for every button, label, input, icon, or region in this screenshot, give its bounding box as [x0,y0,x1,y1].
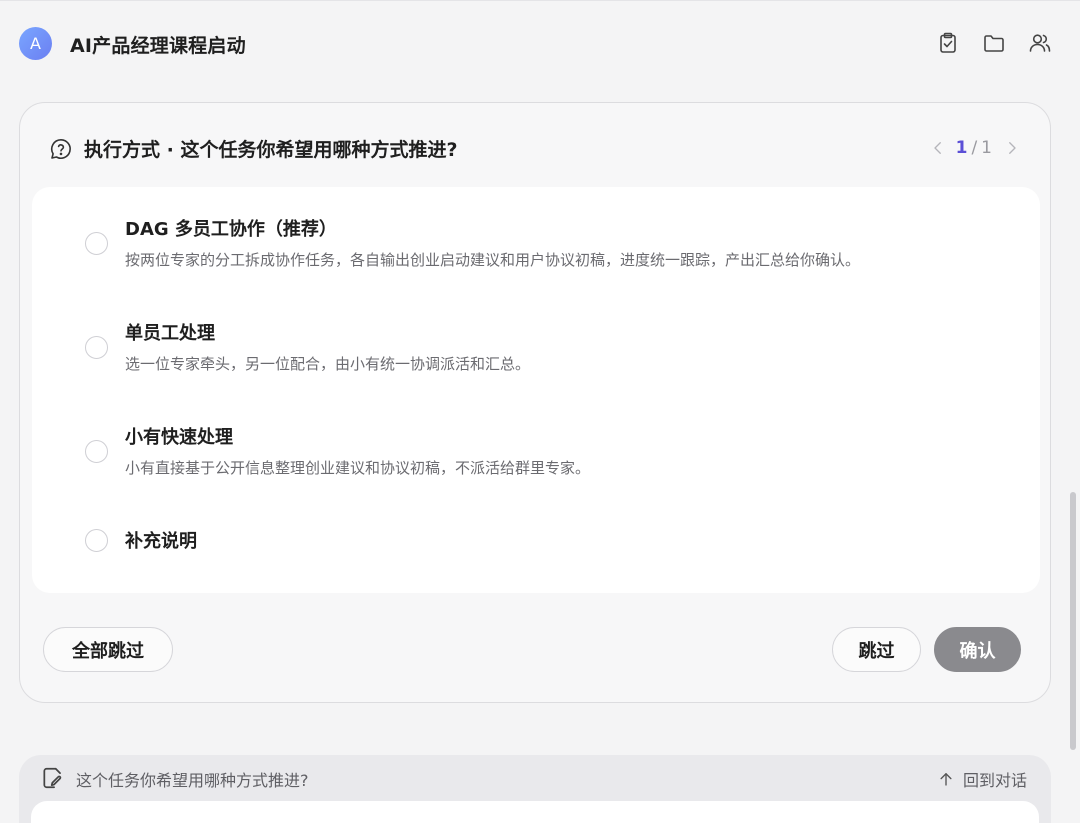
avatar[interactable]: A [19,27,52,60]
composer-input-area[interactable] [31,801,1039,823]
skip-button[interactable]: 跳过 [832,627,921,672]
question-title: 执行方式 · 这个任务你希望用哪种方式推进? [84,139,458,161]
question-bubble-icon [49,137,73,161]
folder-icon[interactable] [982,31,1006,55]
composer-hint: 这个任务你希望用哪种方式推进? [76,771,309,790]
top-bar: A AI产品经理课程启动 [0,0,1080,88]
question-pager: 1 / 1 [928,137,1022,159]
clipboard-check-icon[interactable] [936,31,960,55]
edit-note-icon [40,765,66,791]
question-card: 执行方式 · 这个任务你希望用哪种方式推进? 1 / 1 DAG 多员工协作（推… [19,102,1051,703]
back-to-chat-label: 回到对话 [962,771,1027,790]
radio-button[interactable] [85,336,108,359]
users-icon[interactable] [1028,31,1052,55]
radio-button[interactable] [85,440,108,463]
option-title: 补充说明 [125,531,197,552]
page-title: AI产品经理课程启动 [70,35,246,57]
confirm-button[interactable]: 确认 [934,627,1021,672]
option-description: 小有直接基于公开信息整理创业建议和协议初稿，不派活给群里专家。 [125,459,591,477]
chevron-left-icon[interactable] [928,137,948,159]
option-dag-multi-employee[interactable]: DAG 多员工协作（推荐） 按两位专家的分工拆成协作任务，各自输出创业启动建议和… [32,213,1040,283]
option-title: DAG 多员工协作（推荐） [125,219,337,240]
chevron-right-icon[interactable] [1002,137,1022,159]
arrow-up-icon [940,773,952,786]
radio-button[interactable] [85,529,108,552]
scrollbar[interactable] [1070,492,1076,750]
option-description: 按两位专家的分工拆成协作任务，各自输出创业启动建议和用户协议初稿，进度统一跟踪，… [125,251,861,269]
options-list: DAG 多员工协作（推荐） 按两位专家的分工拆成协作任务，各自输出创业启动建议和… [32,187,1040,593]
pager-separator: / [971,138,978,158]
pager-current: 1 [955,138,968,158]
option-description: 选一位专家牵头，另一位配合，由小有统一协调派活和汇总。 [125,355,531,373]
composer: 这个任务你希望用哪种方式推进? 回到对话 [19,755,1051,823]
pager-total: 1 [981,138,992,158]
skip-all-button[interactable]: 全部跳过 [43,627,173,672]
back-to-chat-button[interactable]: 回到对话 [937,767,1027,791]
option-single-employee[interactable]: 单员工处理 选一位专家牵头，另一位配合，由小有统一协调派活和汇总。 [32,318,1040,388]
option-title: 单员工处理 [125,323,215,344]
radio-button[interactable] [85,232,108,255]
option-supplement[interactable]: 补充说明 [32,527,1040,563]
option-xiaoyou-quick[interactable]: 小有快速处理 小有直接基于公开信息整理创业建议和协议初稿，不派活给群里专家。 [32,422,1040,492]
option-title: 小有快速处理 [125,427,233,448]
